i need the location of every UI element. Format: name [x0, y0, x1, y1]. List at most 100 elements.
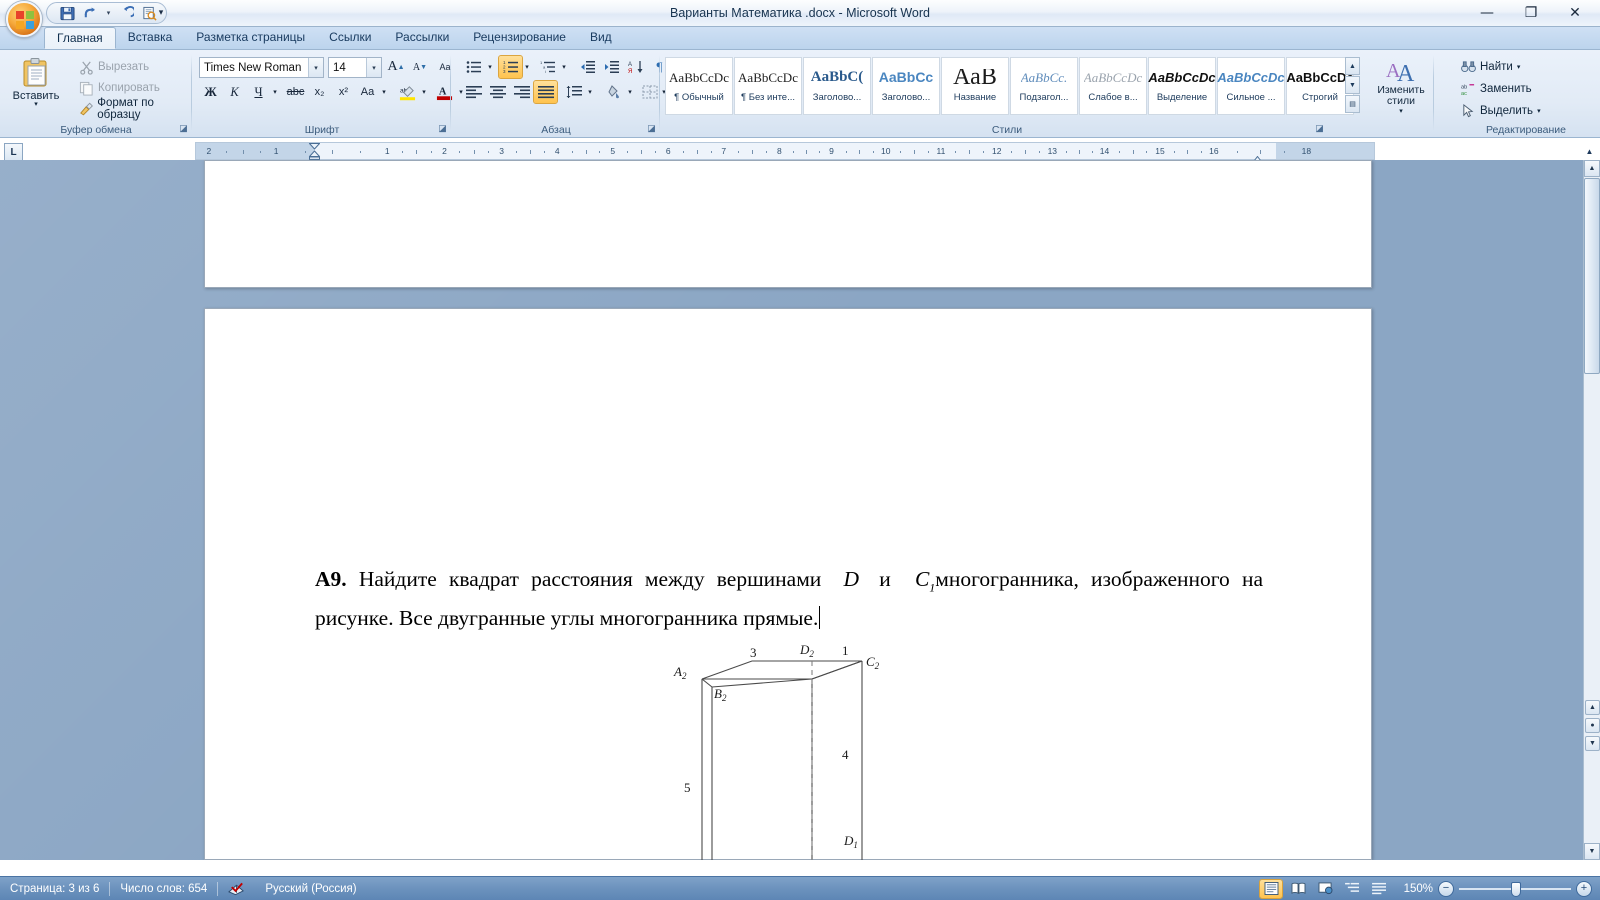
font-size-combo[interactable]: 14 ▾	[328, 57, 382, 78]
zoom-in-button[interactable]: +	[1576, 880, 1592, 897]
select-browse-object-button[interactable]: ●	[1585, 718, 1600, 733]
tab-mailings[interactable]: Рассылки	[383, 27, 461, 49]
multilevel-list-button[interactable]: 1 a i	[536, 56, 559, 78]
shading-button[interactable]	[602, 81, 625, 103]
underline-button[interactable]: Ч	[247, 81, 270, 103]
restore-button[interactable]: ❐	[1510, 1, 1552, 25]
bold-button[interactable]: Ж	[199, 81, 222, 103]
zoom-slider[interactable]	[1459, 881, 1571, 897]
find-button[interactable]: Найти ▾	[1458, 57, 1523, 77]
scroll-down-button[interactable]: ▼	[1584, 843, 1600, 860]
zoom-slider-knob[interactable]	[1511, 881, 1521, 897]
underline-dropdown-arrow[interactable]: ▾	[269, 81, 281, 103]
superscript-button[interactable]: x²	[332, 81, 355, 103]
document-canvas[interactable]: A9. Найдите квадрат расстояния между вер…	[0, 160, 1600, 860]
customize-qat-button[interactable]: ▾	[153, 4, 169, 21]
tab-stop-selector[interactable]: L	[4, 143, 23, 161]
horizontal-ruler[interactable]: 2 1 1 2 3 4 5 6 7 8 9 10 11 12 13 14 15 16 18	[195, 142, 1375, 164]
right-indent-marker[interactable]	[1251, 151, 1264, 164]
bullets-button[interactable]	[462, 56, 485, 78]
subscript-button[interactable]: x₂	[308, 81, 331, 103]
undo-dropdown-arrow[interactable]: ▾	[103, 9, 114, 17]
font-name-arrow[interactable]: ▾	[308, 58, 323, 77]
vertical-scrollbar[interactable]: ▲ ▲ ● ▼ ▼	[1583, 160, 1600, 860]
change-case-button[interactable]: Aa	[356, 81, 379, 103]
find-arrow[interactable]: ▾	[1517, 63, 1521, 71]
styles-dialog-launcher[interactable]: ◪	[1313, 122, 1326, 135]
strikethrough-button[interactable]: abc	[284, 81, 307, 103]
save-button[interactable]	[57, 4, 78, 23]
style-item-3[interactable]: AaBbCc Заголово...	[872, 57, 940, 115]
change-styles-button[interactable]: A A Изменить стили ▾	[1370, 55, 1432, 119]
paste-button[interactable]: Вставить ▾	[10, 55, 62, 117]
styles-scroll-up-button[interactable]: ▲	[1345, 57, 1360, 75]
grow-font-button[interactable]: A ▲	[385, 56, 407, 78]
select-button[interactable]: Выделить ▾	[1458, 101, 1544, 121]
style-item-1[interactable]: AaBbCcDc ¶ Без инте...	[734, 57, 802, 115]
highlight-color-arrow[interactable]: ▾	[418, 81, 430, 103]
clipboard-dialog-launcher[interactable]: ◪	[177, 122, 190, 135]
line-spacing-arrow[interactable]: ▾	[584, 81, 596, 103]
decrease-indent-button[interactable]	[576, 56, 599, 78]
zoom-level[interactable]: 150%	[1395, 883, 1433, 895]
view-full-screen-reading-button[interactable]	[1287, 880, 1309, 898]
line-spacing-button[interactable]	[562, 81, 585, 103]
increase-indent-button[interactable]	[600, 56, 623, 78]
paste-dropdown-arrow[interactable]: ▾	[34, 101, 38, 108]
style-item-2[interactable]: AaBbC(Заголово...	[803, 57, 871, 115]
numbering-arrow[interactable]: ▾	[521, 56, 533, 78]
document-page-current[interactable]: A9. Найдите квадрат расстояния между вер…	[204, 308, 1372, 860]
scroll-up-button[interactable]: ▲	[1584, 160, 1600, 177]
view-draft-button[interactable]	[1368, 880, 1390, 898]
redo-button[interactable]	[116, 4, 137, 23]
right-margin-area[interactable]	[1276, 143, 1374, 159]
align-justify-button[interactable]	[533, 80, 558, 104]
numbering-button[interactable]: 1 2 3	[498, 55, 523, 79]
style-item-7[interactable]: AaBbCcDc Выделение	[1148, 57, 1216, 115]
select-arrow[interactable]: ▾	[1537, 107, 1541, 115]
previous-page-button[interactable]: ▲	[1585, 700, 1600, 715]
tab-references[interactable]: Ссылки	[317, 27, 383, 49]
multilevel-list-arrow[interactable]: ▾	[558, 56, 570, 78]
sort-button[interactable]: A Я	[624, 56, 647, 78]
align-left-button[interactable]	[462, 81, 485, 103]
copy-button[interactable]: Копировать	[76, 78, 163, 98]
zoom-out-button[interactable]: −	[1438, 880, 1454, 897]
align-right-button[interactable]	[510, 81, 533, 103]
tab-home[interactable]: Главная	[44, 27, 116, 49]
font-name-combo[interactable]: Times New Roman ▾	[199, 57, 324, 78]
view-print-layout-button[interactable]	[1259, 878, 1283, 899]
format-painter-button[interactable]: Формат по образцу	[76, 97, 192, 121]
align-center-button[interactable]	[486, 81, 509, 103]
cut-button[interactable]: Вырезать	[76, 57, 152, 77]
style-item-9[interactable]: AaBbCcDc Строгий	[1286, 57, 1354, 115]
language-indicator[interactable]: Русский (Россия)	[255, 879, 366, 899]
ribbon-collapse-button[interactable]: ▲	[1582, 144, 1597, 159]
replace-button[interactable]: ab ac Заменить	[1458, 79, 1535, 99]
page-indicator[interactable]: Страница: 3 из 6	[0, 879, 109, 899]
change-case-arrow[interactable]: ▾	[378, 81, 390, 103]
tab-insert[interactable]: Вставка	[116, 27, 185, 49]
next-page-button[interactable]: ▼	[1585, 736, 1600, 751]
left-indent-marker[interactable]	[308, 143, 321, 160]
view-web-layout-button[interactable]	[1314, 880, 1336, 898]
styles-scroll-down-button[interactable]: ▼	[1345, 76, 1360, 94]
minimize-button[interactable]: —	[1466, 1, 1508, 25]
shrink-font-button[interactable]: A ▼	[409, 56, 431, 78]
styles-more-button[interactable]: ▤	[1345, 95, 1360, 113]
view-outline-button[interactable]	[1341, 880, 1363, 898]
style-item-5[interactable]: AaBbCc. Подзагол...	[1010, 57, 1078, 115]
style-item-6[interactable]: AaBbCcDc Слабое в...	[1079, 57, 1147, 115]
italic-button[interactable]: К	[223, 81, 246, 103]
tab-view[interactable]: Вид	[578, 27, 624, 49]
word-count[interactable]: Число слов: 654	[110, 879, 217, 899]
shading-arrow[interactable]: ▾	[624, 81, 636, 103]
close-button[interactable]: ✕	[1554, 1, 1596, 25]
style-item-4[interactable]: АаВ Название	[941, 57, 1009, 115]
font-size-arrow[interactable]: ▾	[366, 58, 381, 77]
proofing-status[interactable]	[218, 879, 255, 899]
change-styles-arrow[interactable]: ▾	[1399, 107, 1403, 115]
tab-page-layout[interactable]: Разметка страницы	[184, 27, 317, 49]
tab-review[interactable]: Рецензирование	[461, 27, 578, 49]
style-item-8[interactable]: AaBbCcDc Сильное ...	[1217, 57, 1285, 115]
